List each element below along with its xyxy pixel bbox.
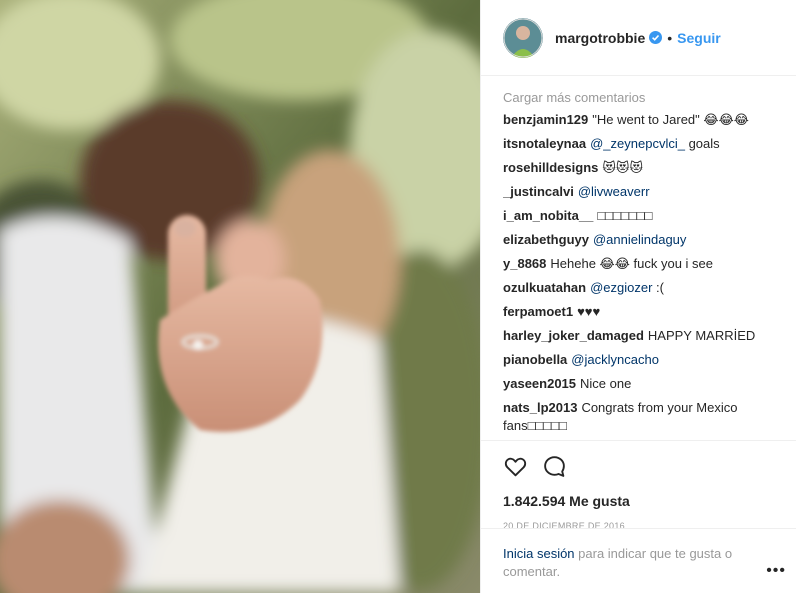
- comment-text: :(: [656, 280, 664, 295]
- post-photo[interactable]: [0, 0, 480, 593]
- comment-text: Nice one: [580, 376, 632, 391]
- comment-author[interactable]: i_am_nobita__: [503, 208, 593, 223]
- more-options-button[interactable]: •••: [766, 562, 786, 580]
- instagram-post: margotrobbie • Seguir Cargar más comenta…: [0, 0, 796, 593]
- post-header: margotrobbie • Seguir: [481, 0, 796, 76]
- list-item: yaseen2015 Nice one: [503, 375, 774, 393]
- list-item: rosehilldesigns 😻😻😻: [503, 159, 774, 177]
- post-actions: 1.842.594 Me gusta 20 DE DICIEMBRE DE 20…: [481, 440, 796, 531]
- list-item: itsnotaleynaa @_zeynepcvlci_ goals: [503, 135, 774, 153]
- header-separator: •: [667, 29, 673, 46]
- list-item: harley_joker_damaged HAPPY MARRİED: [503, 327, 774, 345]
- comment-author[interactable]: benzjamin129: [503, 112, 588, 127]
- comment-author[interactable]: elizabethguyy: [503, 232, 589, 247]
- list-item: nats_lp2013 Congrats from your Mexico fan…: [503, 399, 774, 435]
- likes-count[interactable]: 1.842.594 Me gusta: [503, 493, 775, 509]
- comment-text: □□□□□□□: [597, 208, 653, 223]
- avatar[interactable]: [503, 17, 543, 58]
- post-side-panel: margotrobbie • Seguir Cargar más comenta…: [480, 0, 796, 593]
- list-item: i_am_nobita__ □□□□□□□: [503, 207, 774, 225]
- follow-button[interactable]: Seguir: [677, 30, 721, 46]
- list-item: elizabethguyy @annielindaguy: [503, 231, 774, 249]
- comment-author[interactable]: yaseen2015: [503, 376, 576, 391]
- comment-author[interactable]: ferpamoet1: [503, 304, 573, 319]
- list-item: pianobella @jacklyncacho: [503, 351, 774, 369]
- comment-icon[interactable]: [542, 454, 567, 479]
- heart-icon[interactable]: [503, 454, 528, 479]
- comment-author[interactable]: harley_joker_damaged: [503, 328, 644, 343]
- comment-text: goals: [688, 136, 720, 151]
- comment-text: 😻😻😻: [602, 160, 644, 175]
- comments-list: Cargar más comentarios benzjamin129 "He w…: [481, 76, 796, 435]
- comment-author[interactable]: itsnotaleynaa: [503, 136, 586, 151]
- list-item: _justincalvi @livweaverr: [503, 183, 774, 201]
- comment-author[interactable]: nats_lp2013: [503, 400, 577, 415]
- action-icons: [503, 453, 775, 479]
- photo-illustration: [0, 0, 480, 593]
- list-item: y_8868 Hehehe 😂😂 fuck you i see: [503, 255, 774, 273]
- load-more-comments-link[interactable]: Cargar más comentarios: [503, 90, 774, 105]
- comment-text: "He went to Jared" 😂😂😂: [592, 112, 749, 127]
- comment-author[interactable]: ozulkuatahan: [503, 280, 586, 295]
- verified-badge-icon: [649, 31, 663, 44]
- list-item: benzjamin129 "He went to Jared" 😂😂😂: [503, 111, 774, 129]
- comment-text: Hehehe 😂😂 fuck you i see: [550, 256, 714, 271]
- comment-author[interactable]: pianobella: [503, 352, 567, 367]
- login-prompt: Inicia sesión para indicar que te gusta …: [481, 528, 796, 581]
- list-item: ozulkuatahan @ezgiozer :(: [503, 279, 774, 297]
- avatar-image: [503, 17, 543, 58]
- comment-mention[interactable]: @_zeynepcvlci_: [590, 136, 685, 151]
- list-item: ferpamoet1 ♥♥♥: [503, 303, 774, 321]
- comment-text: ♥♥♥: [577, 304, 601, 319]
- comment-mention[interactable]: @ezgiozer: [590, 280, 652, 295]
- comment-mention[interactable]: @livweaverr: [578, 184, 650, 199]
- comment-author[interactable]: y_8868: [503, 256, 546, 271]
- username-link[interactable]: margotrobbie: [555, 30, 645, 46]
- comment-text: HAPPY MARRİED: [647, 328, 756, 343]
- comment-author[interactable]: _justincalvi: [503, 184, 574, 199]
- comment-mention[interactable]: @annielindaguy: [593, 232, 686, 247]
- login-link[interactable]: Inicia sesión: [503, 546, 575, 561]
- comment-author[interactable]: rosehilldesigns: [503, 160, 598, 175]
- comment-mention[interactable]: @jacklyncacho: [571, 352, 659, 367]
